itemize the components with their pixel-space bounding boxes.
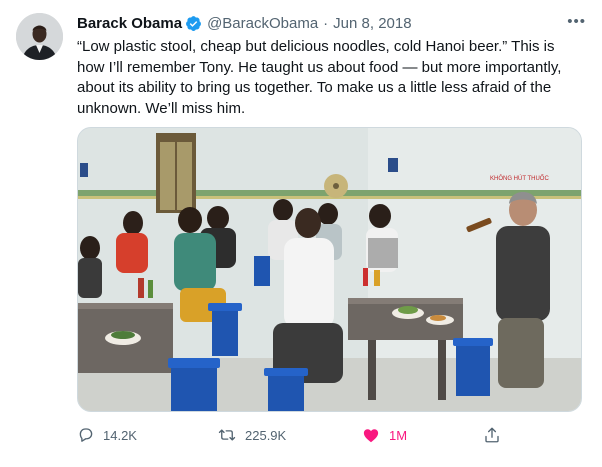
share-button[interactable] bbox=[483, 420, 509, 450]
tweet-actions: 14.2K 225.9K 1M bbox=[77, 420, 582, 450]
retweet-icon bbox=[218, 429, 236, 441]
tweet-photo[interactable]: KHÔNG HÚT THUỐC bbox=[77, 127, 582, 412]
more-icon[interactable]: ••• bbox=[567, 12, 586, 32]
restaurant-photo-illustration: KHÔNG HÚT THUỐC bbox=[78, 128, 581, 411]
author-handle[interactable]: @BarackObama bbox=[207, 15, 318, 32]
tweet-date[interactable]: Jun 8, 2018 bbox=[333, 15, 411, 32]
retweet-button[interactable]: 225.9K bbox=[217, 420, 286, 450]
retweet-count: 225.9K bbox=[245, 427, 287, 443]
author-name[interactable]: Barack Obama bbox=[77, 15, 182, 32]
no-smoking-sign: KHÔNG HÚT THUỐC bbox=[490, 175, 549, 182]
reply-count: 14.2K bbox=[103, 427, 137, 443]
like-count: 1M bbox=[389, 427, 408, 443]
share-icon bbox=[485, 427, 499, 443]
reply-button[interactable]: 14.2K bbox=[77, 420, 137, 450]
avatar-photo bbox=[16, 13, 63, 60]
author-avatar[interactable] bbox=[16, 13, 63, 60]
reply-icon bbox=[79, 428, 93, 442]
heart-filled-icon bbox=[363, 429, 379, 443]
like-button[interactable]: 1M bbox=[361, 420, 407, 450]
header-separator: · bbox=[323, 14, 329, 32]
tweet-header: Barack Obama @BarackObama · Jun 8, 2018 … bbox=[77, 12, 586, 34]
verified-badge-icon bbox=[185, 15, 202, 32]
tweet-text: “Low plastic stool, cheap but delicious … bbox=[77, 38, 562, 117]
